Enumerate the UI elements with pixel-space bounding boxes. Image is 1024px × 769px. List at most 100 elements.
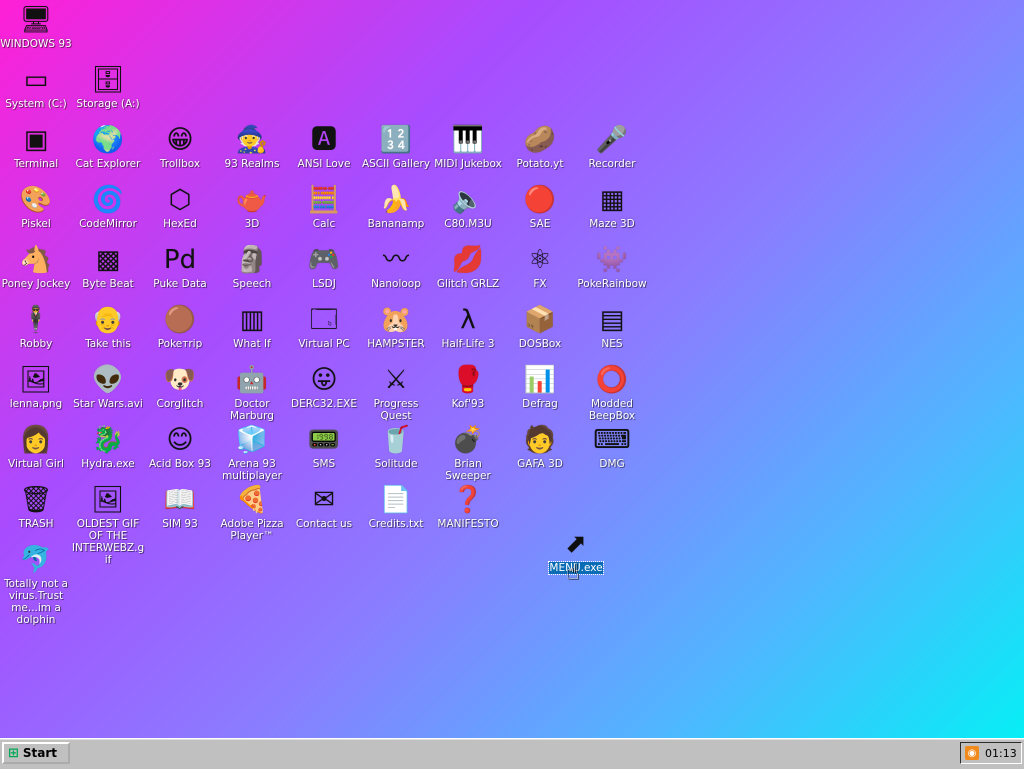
desktop-icon-star-wars[interactable]: 👽 Star Wars.avi: [72, 364, 144, 410]
desktop-icon-poney-jockey[interactable]: 🐴 Poney Jockey: [0, 244, 72, 290]
desktop-icon-bananamp[interactable]: 🍌 Bananamp: [360, 184, 432, 230]
icon-label: Progress Quest: [373, 398, 419, 422]
icon-label: GAFA 3D: [517, 458, 563, 470]
desktop-icon-3d[interactable]: 🫖 3D: [216, 184, 288, 230]
icon-label: C80.M3U: [444, 218, 492, 230]
desktop-icon-acid-box[interactable]: 😊 Acid Box 93: [144, 424, 216, 470]
desktop-icon-derc32[interactable]: 😛 DERC32.EXE: [288, 364, 360, 410]
desktop-icon-maze-3d[interactable]: ▦ Maze 3D: [576, 184, 648, 230]
corgi-icon: 🐶: [163, 365, 197, 395]
keyboard-icon: ⌨: [593, 425, 631, 455]
icon-label: Calc: [312, 218, 336, 230]
icon-label: Credits.txt: [368, 518, 424, 530]
desktop-icon-fx[interactable]: ⚛ FX: [504, 244, 576, 290]
fighter-icon: 🥊: [451, 365, 485, 395]
desktop-icon-midi-jukebox[interactable]: 🎹 MIDI Jukebox: [432, 124, 504, 170]
wave-icon: 〰: [382, 245, 409, 275]
desktop-icon-doctor-marburg[interactable]: 🤖 Doctor Marburg: [216, 364, 288, 422]
desktop-icon-piskel[interactable]: 🎨 Piskel: [0, 184, 72, 230]
desktop-icon-credits[interactable]: 📄 Credits.txt: [360, 484, 432, 530]
desktop-icon-sim-93[interactable]: 📖 SIM 93: [144, 484, 216, 530]
desktop-icon-terminal[interactable]: ▣ Terminal: [0, 124, 72, 170]
desktop-icon-sae[interactable]: 🔴 SAE: [504, 184, 576, 230]
desktop-icon-corglitch[interactable]: 🐶 Corglitch: [144, 364, 216, 410]
desktop-icon-codemirror[interactable]: 🌀 CodeMirror: [72, 184, 144, 230]
desktop-icon-speech[interactable]: 🗿 Speech: [216, 244, 288, 290]
desktop-icon-virtual-girl[interactable]: 👩 Virtual Girl: [0, 424, 72, 470]
desktop-icon-robby[interactable]: 🕴 Robby: [0, 304, 72, 350]
icon-label: Solitude: [374, 458, 418, 470]
desktop-icon-defrag[interactable]: 📊 Defrag: [504, 364, 576, 410]
desktop-icon-dolphin[interactable]: 🐬 Totally not a virus.Trust me...im a do…: [0, 544, 72, 626]
desktop-icon-what-if[interactable]: ▥ What If: [216, 304, 288, 350]
desktop-icon-hydra[interactable]: 🐉 Hydra.exe: [72, 424, 144, 470]
pd-icon: Pd: [163, 245, 197, 275]
desktop-icon-sms[interactable]: 📟 SMS: [288, 424, 360, 470]
codemirror-icon: 🌀: [91, 185, 125, 215]
stickman-icon: 🕴: [19, 305, 53, 335]
rss-feed-icon[interactable]: ◉: [965, 746, 979, 760]
globe-icon: 🌍: [91, 125, 125, 155]
desktop-icon-poketrip[interactable]: 🟤 Pokeтrip: [144, 304, 216, 350]
desktop-icon-contact-us[interactable]: ✉ Contact us: [288, 484, 360, 530]
desktop-icon-windows93[interactable]: 🖥 WINDOWS 93: [0, 4, 72, 50]
desktop-icon-puke-data[interactable]: Pd Puke Data: [144, 244, 216, 290]
icon-label: Star Wars.avi: [73, 398, 143, 410]
desktop-icon-storage[interactable]: 🗄 Storage (A:): [72, 64, 144, 110]
desktop-icon-brian-sweeper[interactable]: 💣 Brian Sweeper: [432, 424, 504, 482]
desktop-icon-dmg[interactable]: ⌨ DMG: [576, 424, 648, 470]
gameboy-icon: 🎮: [307, 245, 341, 275]
desktop-icon-progress-quest[interactable]: ⚔ Progress Quest: [360, 364, 432, 422]
icon-label: Half-Life 3: [441, 338, 495, 350]
desktop-icon-glitch-grlz[interactable]: 💋 Glitch GRLZ: [432, 244, 504, 290]
icon-label: DERC32.EXE: [291, 398, 357, 410]
desktop-icon-dosbox[interactable]: 📦 DOSBox: [504, 304, 576, 350]
desktop-icon-manifesto[interactable]: ❓ MANIFESTO: [432, 484, 504, 530]
desktop-icon-trash[interactable]: 🗑 TRASH: [0, 484, 72, 530]
desktop-icon-oldest-gif[interactable]: 🖼 OLDEST GIF OF THE INTERWEBZ.gif: [72, 484, 144, 566]
desktop-icon-half-life-3[interactable]: λ Half-Life 3: [432, 304, 504, 350]
desktop-icon-gafa-3d[interactable]: 🧑 GAFA 3D: [504, 424, 576, 470]
computer-icon: 🖥: [19, 5, 53, 35]
desktop-icon-lsdj[interactable]: 🎮 LSDJ: [288, 244, 360, 290]
lips-icon: 💋: [451, 245, 485, 275]
old-man-icon: 👴: [91, 305, 125, 335]
desktop-icon-ansi-love[interactable]: 🅰 ANSI Love: [288, 124, 360, 170]
desktop-icon-system[interactable]: ▭ System (C:): [0, 64, 72, 110]
icon-label: Trollbox: [159, 158, 201, 170]
desktop-icon-arena-93[interactable]: 🧊 Arena 93 multiplayer: [216, 424, 288, 482]
desktop-icon-modded-beepbox[interactable]: ⭕ Modded BeepBox: [576, 364, 648, 422]
clock[interactable]: 01:13: [985, 747, 1017, 760]
smiley-icon: 😊: [166, 425, 194, 455]
desktop-icon-calc[interactable]: 🧮 Calc: [288, 184, 360, 230]
desktop-icon-hexed[interactable]: ⬡ HexEd: [144, 184, 216, 230]
desktop-icon-byte-beat[interactable]: ▩ Byte Beat: [72, 244, 144, 290]
desktop-icon-hampster[interactable]: 🐹 HAMPSTER: [360, 304, 432, 350]
icon-label: 3D: [244, 218, 260, 230]
icon-label: Poney Jockey: [1, 278, 71, 290]
icon-label: System (C:): [5, 98, 67, 110]
desktop-icon-nes[interactable]: ▤ NES: [576, 304, 648, 350]
desktop-icon-93-realms[interactable]: 🧙 93 Realms: [216, 124, 288, 170]
desktop-icon-potato[interactable]: 🥔 Potato.yt: [504, 124, 576, 170]
desktop-icon-lenna[interactable]: 🖼 lenna.png: [0, 364, 72, 410]
desktop-icon-kof93[interactable]: 🥊 Kof'93: [432, 364, 504, 410]
icon-label: MANIFESTO: [437, 518, 499, 530]
desktop-icon-recorder[interactable]: 🎤 Recorder: [576, 124, 648, 170]
desktop-icon-pokerainbow[interactable]: 👾 PokeRainbow: [576, 244, 648, 290]
trash-icon: 🗑: [19, 485, 53, 515]
desktop-icon-take-this[interactable]: 👴 Take this: [72, 304, 144, 350]
icon-label: HexEd: [163, 218, 197, 230]
doctor-icon: 🤖: [235, 365, 269, 395]
desktop-icon-trollbox[interactable]: 😁 Trollbox: [144, 124, 216, 170]
desktop-icon-virtual-pc[interactable]: 🗔 Virtual PC: [288, 304, 360, 350]
icon-label: Maze 3D: [589, 218, 635, 230]
desktop-icon-cat-explorer[interactable]: 🌍 Cat Explorer: [72, 124, 144, 170]
icon-label: Cat Explorer: [75, 158, 141, 170]
desktop-icon-c80[interactable]: 🔈 C80.M3U: [432, 184, 504, 230]
desktop-icon-solitude[interactable]: 🥤 Solitude: [360, 424, 432, 470]
desktop-icon-ascii-gallery[interactable]: 🔢 ASCII Gallery: [360, 124, 432, 170]
desktop-icon-adobe-pizza[interactable]: 🍕 Adobe Pizza Player™: [216, 484, 288, 542]
desktop-icon-nanoloop[interactable]: 〰 Nanoloop: [360, 244, 432, 290]
start-button[interactable]: ⊞ Start: [2, 742, 70, 764]
